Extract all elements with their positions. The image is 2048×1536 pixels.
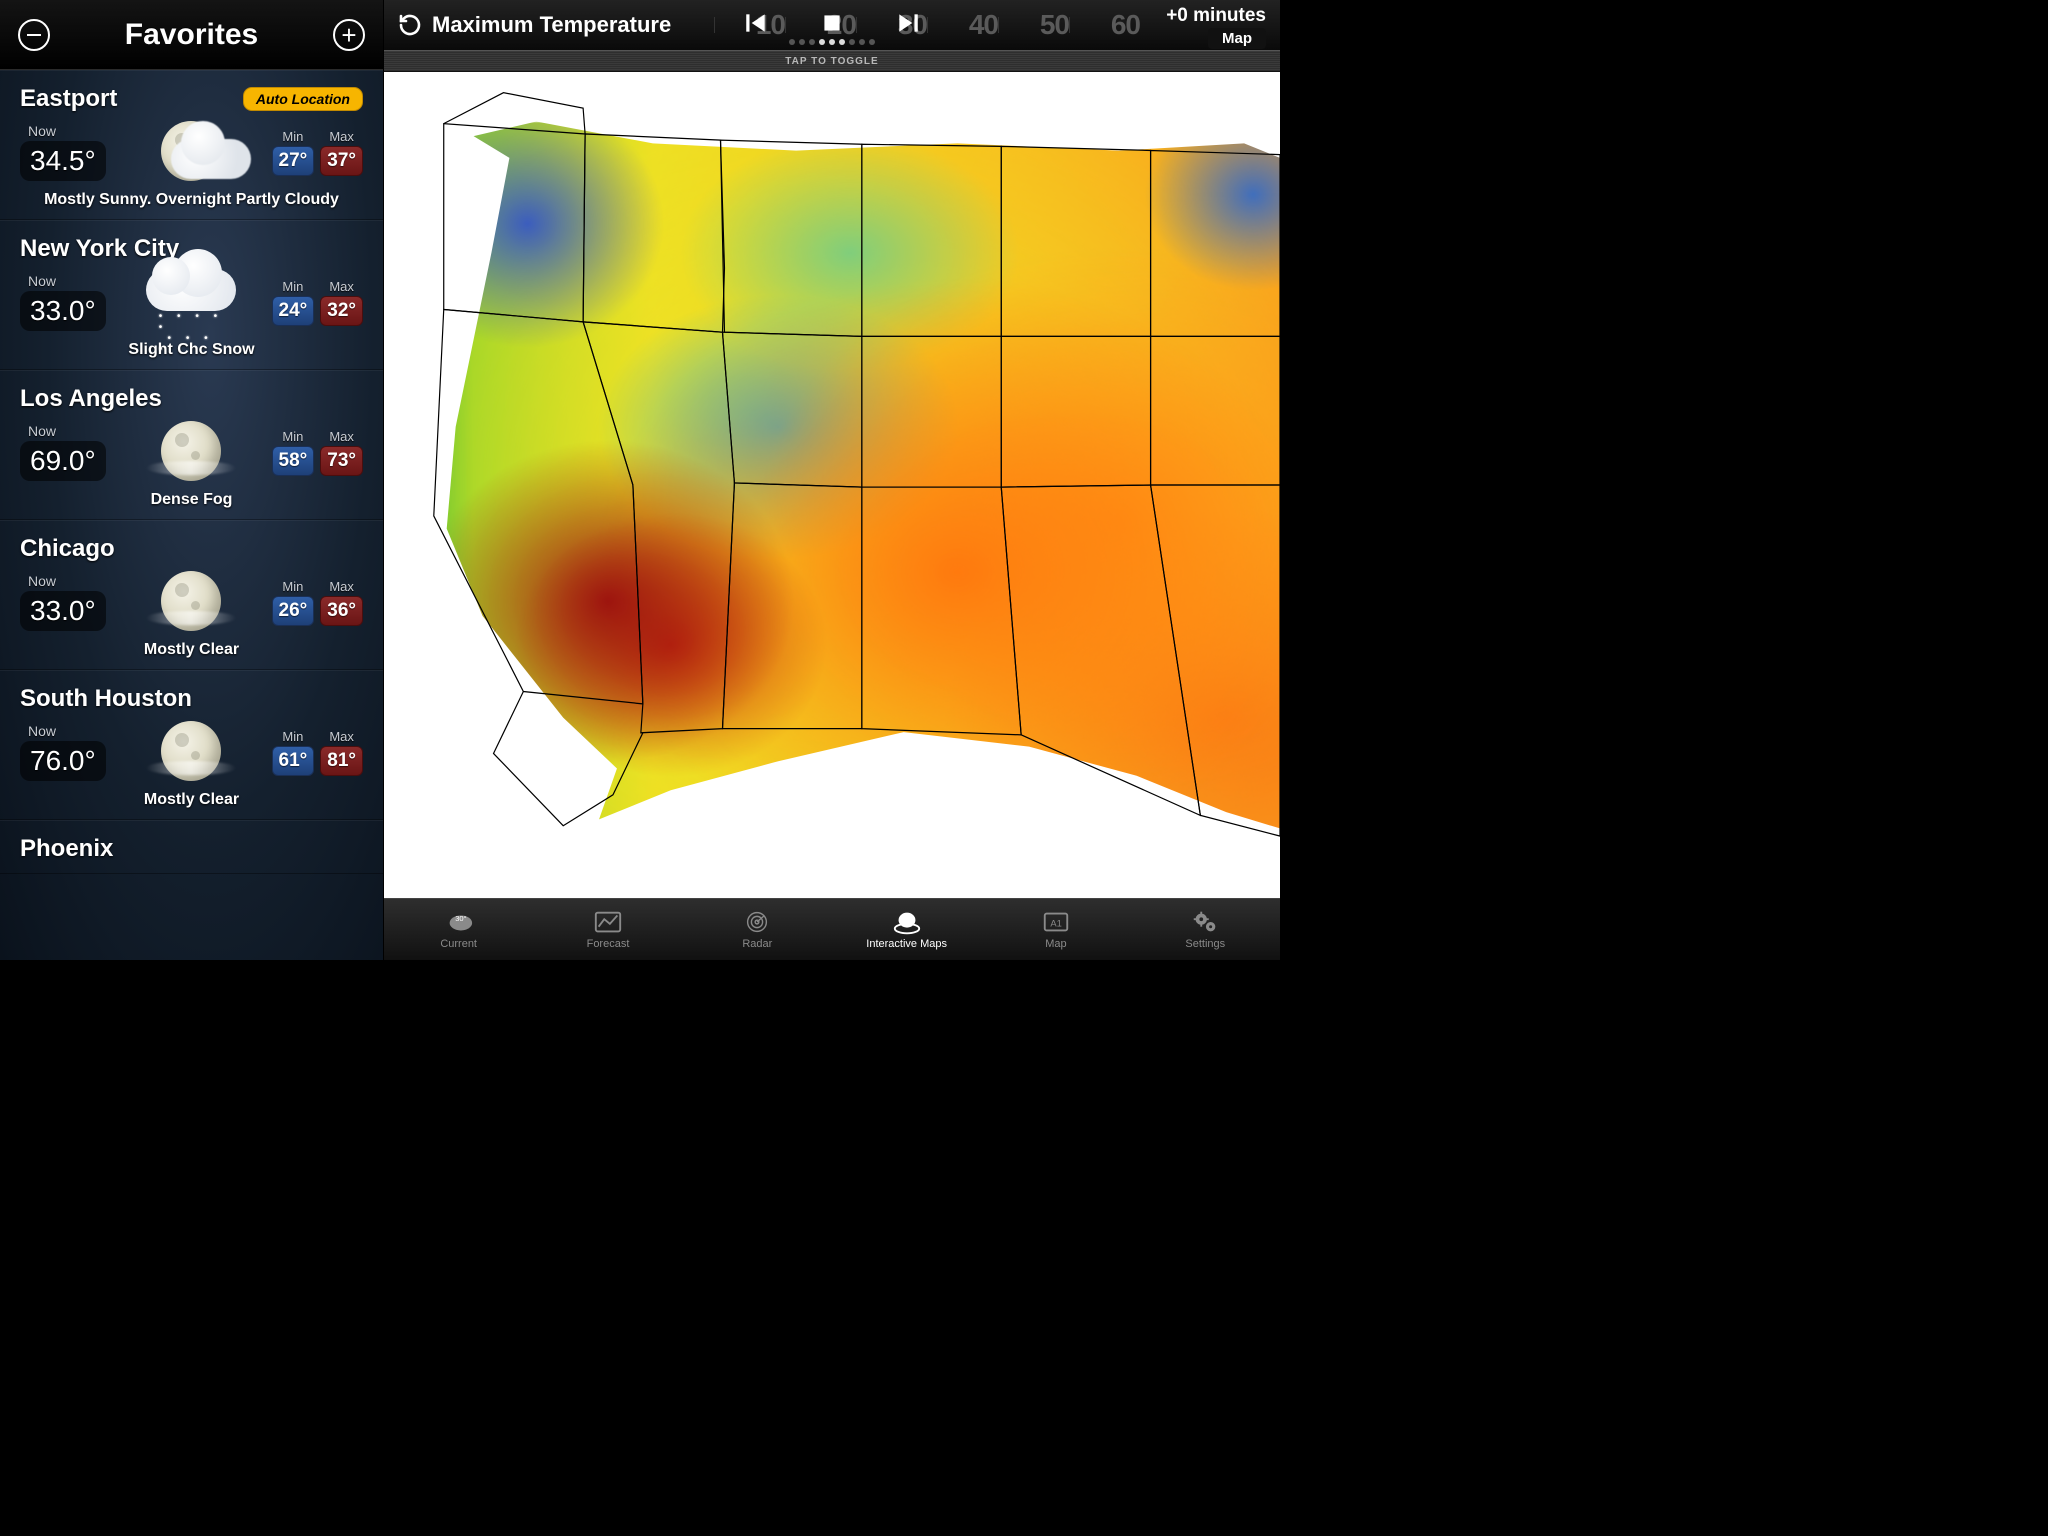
min-temp: 26° (272, 596, 315, 626)
tab-current[interactable]: 30° Current (384, 899, 533, 960)
location-row[interactable]: Chicago Now 33.0° Min 26° Max 36° Mostly Clear (0, 520, 383, 670)
state-boundaries (384, 72, 1280, 898)
tab-settings[interactable]: Settings (1131, 899, 1280, 960)
now-temp: 69.0° (20, 441, 106, 481)
remove-favorite-button[interactable] (18, 19, 50, 51)
condition-text: Mostly Clear (20, 641, 363, 659)
condition-text: Mostly Sunny. Overnight Partly Cloudy (20, 191, 363, 209)
now-label: Now (28, 273, 110, 289)
sidebar-header: Favorites (0, 0, 383, 70)
interactive-icon (892, 909, 922, 935)
toggle-bar[interactable]: TAP TO TOGGLE (384, 50, 1280, 72)
tab-map[interactable]: A1 Map (981, 899, 1130, 960)
location-row[interactable]: Eastport Auto Location Now 34.5° Min 27° Max 37… (0, 70, 383, 220)
stop-button[interactable] (819, 10, 845, 36)
main-panel: Maximum Temperature 102030405060 +0 minu… (384, 0, 1280, 960)
max-label: Max (329, 729, 354, 744)
condition-text: Dense Fog (20, 491, 363, 509)
min-label: Min (282, 579, 303, 594)
min-temp: 61° (272, 746, 315, 776)
time-offset: +0 minutes (1166, 5, 1266, 27)
weather-icon (110, 717, 272, 787)
reload-icon[interactable] (398, 13, 422, 37)
now-label: Now (28, 423, 110, 439)
tab-label: Interactive Maps (866, 938, 947, 950)
ruler-tick: 50 (1040, 9, 1069, 41)
max-label: Max (329, 279, 354, 294)
min-label: Min (282, 729, 303, 744)
auto-location-badge: Auto Location (243, 87, 363, 111)
layer-title: Maximum Temperature (432, 12, 671, 38)
min-temp: 24° (272, 296, 315, 326)
location-row[interactable]: New York City Now 33.0°• • • • • • • • • Mi… (0, 220, 383, 370)
now-temp: 33.0° (20, 291, 106, 331)
max-temp: 81° (320, 746, 363, 776)
now-temp: 33.0° (20, 591, 106, 631)
weather-icon (110, 567, 272, 637)
tab-label: Map (1045, 938, 1066, 950)
now-temp: 34.5° (20, 141, 106, 181)
ruler-tick: 60 (1111, 9, 1140, 41)
prev-frame-button[interactable] (743, 10, 769, 36)
current-icon: 30° (444, 909, 474, 935)
locations-list[interactable]: Eastport Auto Location Now 34.5° Min 27° Max 37… (0, 70, 383, 960)
location-name: South Houston (20, 685, 192, 713)
weather-icon (110, 417, 272, 487)
svg-text:30°: 30° (455, 914, 466, 923)
tab-radar[interactable]: Radar (683, 899, 832, 960)
now-label: Now (28, 573, 110, 589)
map-icon: A1 (1041, 909, 1071, 935)
map-canvas[interactable] (384, 72, 1280, 898)
min-label: Min (282, 129, 303, 144)
max-temp: 36° (320, 596, 363, 626)
max-temp: 32° (320, 296, 363, 326)
tab-label: Forecast (587, 938, 630, 950)
location-name: Chicago (20, 535, 115, 563)
min-label: Min (282, 429, 303, 444)
now-temp: 76.0° (20, 741, 106, 781)
favorites-sidebar: Favorites Eastport Auto Location Now 34.5° M… (0, 0, 384, 960)
radar-icon (742, 909, 772, 935)
tab-label: Radar (742, 938, 772, 950)
tab-interactive[interactable]: Interactive Maps (832, 899, 981, 960)
app-root: Favorites Eastport Auto Location Now 34.5° M… (0, 0, 1280, 960)
location-row[interactable]: Los Angeles Now 69.0° Min 58° Max 73° Dense Fog (0, 370, 383, 520)
weather-icon: • • • • • • • • • (110, 267, 272, 337)
max-label: Max (329, 129, 354, 144)
now-label: Now (28, 123, 110, 139)
min-temp: 27° (272, 146, 315, 176)
next-frame-button[interactable] (895, 10, 921, 36)
location-row[interactable]: South Houston Now 76.0° Min 61° Max 81° Mostly … (0, 670, 383, 820)
settings-icon (1190, 909, 1220, 935)
min-temp: 58° (272, 446, 315, 476)
tab-label: Settings (1185, 938, 1225, 950)
add-favorite-button[interactable] (333, 19, 365, 51)
sidebar-title: Favorites (125, 18, 258, 52)
forecast-icon (593, 909, 623, 935)
page-dots (789, 39, 875, 45)
location-name: Eastport (20, 85, 117, 113)
tab-label: Current (440, 938, 477, 950)
location-name: Phoenix (20, 835, 113, 863)
condition-text: Mostly Clear (20, 791, 363, 809)
min-label: Min (282, 279, 303, 294)
bottom-tabbar: 30° Current Forecast Radar Interactive Maps A… (384, 898, 1280, 960)
svg-text:A1: A1 (1050, 919, 1061, 929)
max-temp: 73° (320, 446, 363, 476)
max-temp: 37° (320, 146, 363, 176)
transport-controls (743, 10, 921, 36)
tab-forecast[interactable]: Forecast (533, 899, 682, 960)
weather-icon (110, 117, 272, 187)
location-row[interactable]: Phoenix (0, 820, 383, 874)
toggle-hint-label: TAP TO TOGGLE (785, 56, 878, 67)
now-label: Now (28, 723, 110, 739)
ruler-tick: 40 (969, 9, 998, 41)
location-name: New York City (20, 235, 179, 263)
max-label: Max (329, 579, 354, 594)
map-type-button[interactable]: Map (1208, 28, 1266, 49)
location-name: Los Angeles (20, 385, 162, 413)
max-label: Max (329, 429, 354, 444)
